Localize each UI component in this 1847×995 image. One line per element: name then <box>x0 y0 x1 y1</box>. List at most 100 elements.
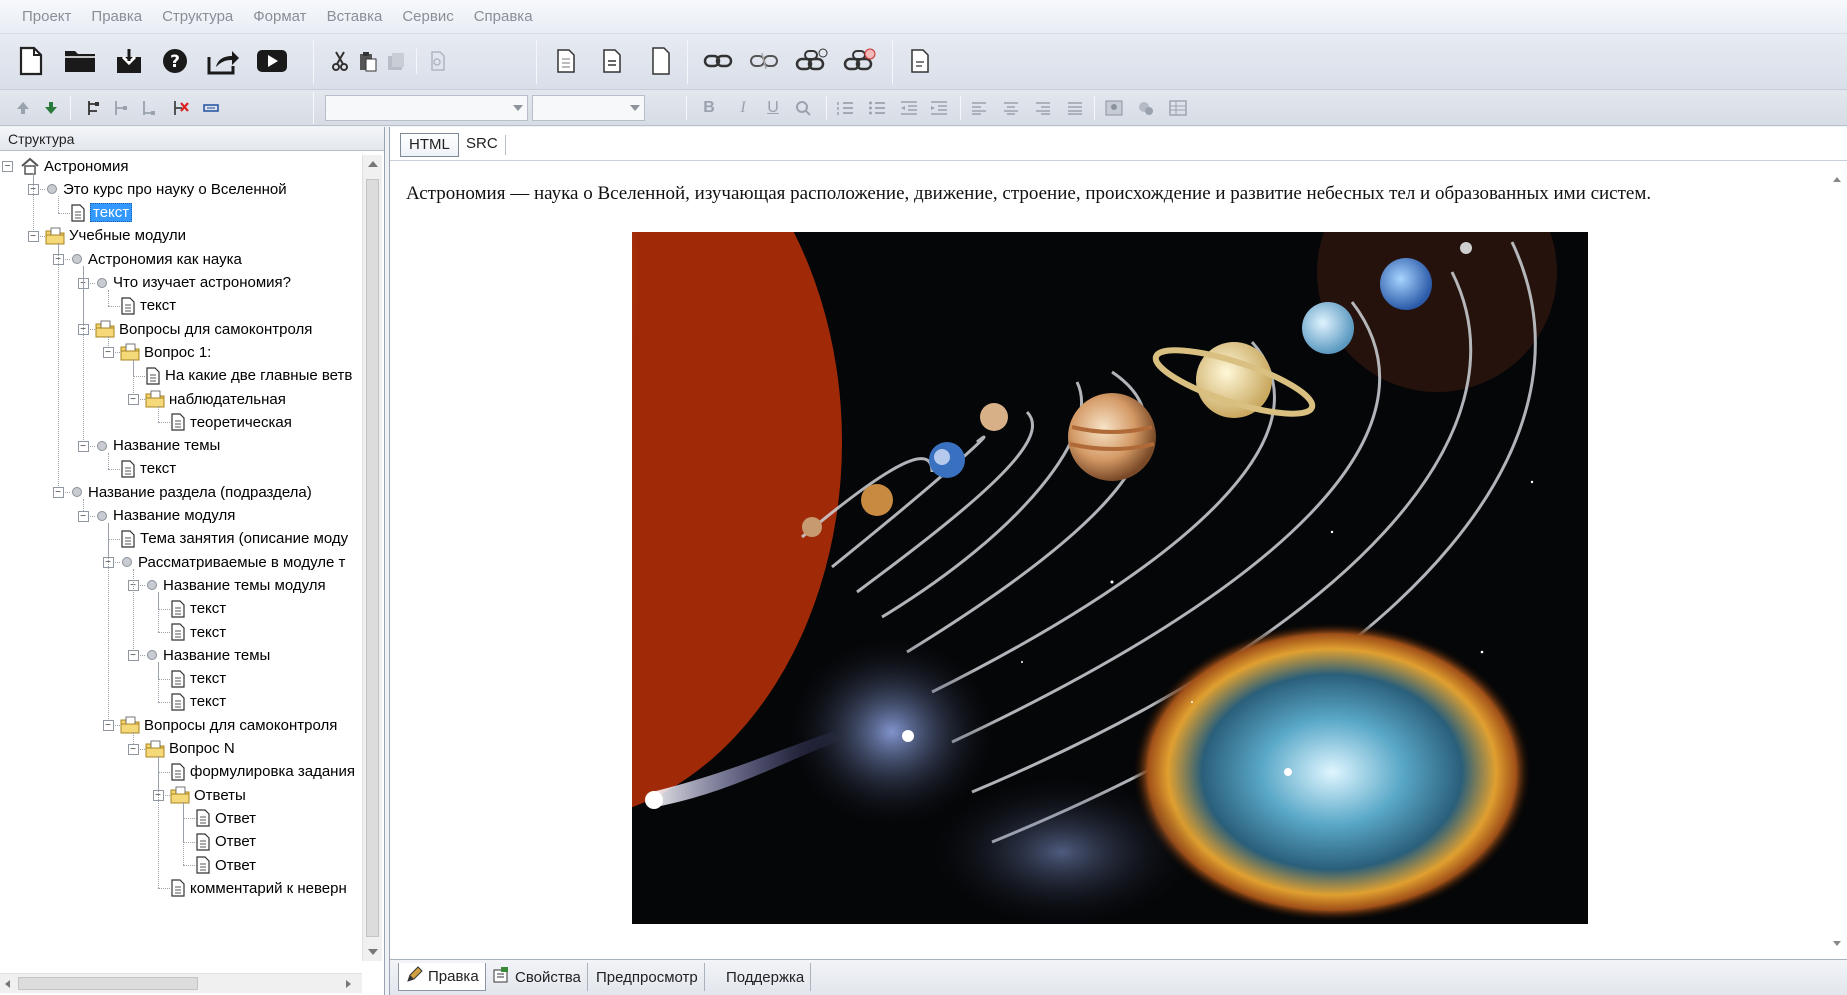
align-justify-icon[interactable] <box>1064 97 1086 119</box>
menu-project[interactable]: Проект <box>12 8 81 25</box>
link-remove-icon[interactable] <box>840 44 880 78</box>
insert-table-icon[interactable] <box>1166 97 1190 119</box>
paste-disabled-icon[interactable] <box>384 48 408 74</box>
scroll-down-arrow-icon[interactable] <box>368 949 378 955</box>
tree-item[interactable]: Вопрос 1: <box>120 341 211 363</box>
insert-image-icon[interactable] <box>1102 97 1126 119</box>
tree-item[interactable]: Рассматриваемые в модуле т <box>120 551 345 573</box>
tree-item[interactable]: комментарий к неверн <box>170 877 347 899</box>
tree-collapse-toggle[interactable]: − <box>2 161 13 172</box>
tab-edit[interactable]: Правка <box>398 963 486 991</box>
tree-item[interactable]: Название темы <box>145 644 270 666</box>
tree-item[interactable]: текст <box>170 621 226 643</box>
tree-collapse-toggle[interactable]: − <box>102 720 114 732</box>
move-down-icon[interactable] <box>40 97 62 119</box>
structure-tree[interactable]: − Астрономия − Это курс про науку о Вселенн… <box>0 155 362 961</box>
delete-node-icon[interactable] <box>170 97 192 119</box>
scroll-right-arrow-icon[interactable] <box>346 980 351 988</box>
scroll-up-arrow-icon[interactable] <box>1833 177 1841 182</box>
export-share-icon[interactable] <box>204 44 242 78</box>
scroll-down-arrow-icon[interactable] <box>1833 941 1841 946</box>
tree-item[interactable]: Ответы <box>170 784 246 806</box>
help-icon[interactable]: ? <box>158 44 192 78</box>
menu-help[interactable]: Справка <box>464 8 543 25</box>
numbered-list-icon[interactable] <box>834 97 856 119</box>
tree-item[interactable]: теоретическая <box>170 411 292 433</box>
tree-collapse-toggle[interactable]: − <box>77 510 89 522</box>
unlink-icon[interactable] <box>746 48 782 74</box>
tree-vertical-scrollbar[interactable] <box>362 155 382 961</box>
tree-hscroll-thumb[interactable] <box>18 977 198 990</box>
tree-collapse-toggle[interactable]: − <box>127 394 139 405</box>
tree-item[interactable]: текст <box>120 295 176 317</box>
find-disabled-icon[interactable] <box>426 48 450 74</box>
tree-item[interactable]: формулировка задания <box>170 761 355 783</box>
tab-preview[interactable]: Предпросмотр <box>590 963 705 991</box>
add-node-icon[interactable] <box>82 97 104 119</box>
link-add-icon[interactable] <box>792 44 832 78</box>
align-left-icon[interactable] <box>968 97 990 119</box>
menu-structure[interactable]: Структура <box>152 8 243 25</box>
tree-item[interactable]: Учебные модули <box>45 225 186 247</box>
editor-vertical-scrollbar[interactable] <box>1827 161 1847 959</box>
tree-item[interactable]: Астрономия как наука <box>70 248 242 270</box>
font-size-select[interactable] <box>532 95 645 121</box>
page-text-icon[interactable] <box>598 46 626 76</box>
document-paragraph[interactable]: Астрономия — наука о Вселенной, изучающа… <box>406 183 1651 205</box>
document-icon[interactable] <box>906 46 934 76</box>
tab-html[interactable]: HTML <box>400 133 459 157</box>
solar-system-image[interactable] <box>262 62 1588 932</box>
tree-item[interactable]: наблюдательная <box>145 388 286 410</box>
align-right-icon[interactable] <box>1032 97 1054 119</box>
tree-horizontal-scrollbar[interactable] <box>0 973 362 993</box>
blank-page-icon[interactable] <box>648 44 674 78</box>
add-sibling-icon[interactable] <box>138 97 160 119</box>
tree-item[interactable]: Ответ <box>195 807 256 829</box>
outdent-icon[interactable] <box>898 97 920 119</box>
save-download-icon[interactable] <box>112 44 146 78</box>
menu-service[interactable]: Сервис <box>392 8 463 25</box>
tree-item[interactable]: На какие две главные ветв <box>145 365 352 387</box>
cut-icon[interactable] <box>328 48 352 74</box>
new-file-icon[interactable] <box>14 44 48 78</box>
play-preview-icon[interactable] <box>254 44 290 78</box>
tree-item[interactable]: Название раздела (подраздела) <box>70 481 312 503</box>
menu-edit[interactable]: Правка <box>81 8 152 25</box>
rename-node-icon[interactable] <box>200 97 222 119</box>
tree-collapse-toggle[interactable]: − <box>52 487 64 499</box>
indent-icon[interactable] <box>928 97 950 119</box>
tree-item[interactable]: Ответ <box>195 854 256 876</box>
tree-item[interactable]: Ответ <box>195 831 256 853</box>
menu-format[interactable]: Формат <box>243 8 316 25</box>
bold-icon[interactable]: B <box>698 97 720 119</box>
paste-icon[interactable] <box>356 48 380 74</box>
scroll-left-arrow-icon[interactable] <box>5 980 10 988</box>
tree-item[interactable]: текст <box>120 458 176 480</box>
align-center-icon[interactable] <box>1000 97 1022 119</box>
move-up-icon[interactable] <box>12 97 34 119</box>
scroll-up-arrow-icon[interactable] <box>368 161 378 167</box>
bullet-list-icon[interactable] <box>866 97 888 119</box>
tree-item[interactable]: Это курс про науку о Вселенной <box>45 178 287 200</box>
highlight-icon[interactable] <box>792 97 814 119</box>
link-icon[interactable] <box>700 48 736 74</box>
tree-item[interactable]: Астрономия <box>20 155 129 177</box>
tab-properties[interactable]: Свойства <box>486 963 588 991</box>
tree-item[interactable]: Название темы модуля <box>145 574 326 596</box>
new-page-icon[interactable] <box>552 46 580 76</box>
tree-item[interactable]: Вопросы для самоконтроля <box>95 318 312 340</box>
tab-support[interactable]: Поддержка <box>720 963 812 991</box>
tree-item[interactable]: текст <box>170 691 226 713</box>
tree-collapse-toggle[interactable]: − <box>27 230 39 242</box>
tree-collapse-toggle[interactable]: − <box>127 650 139 662</box>
tree-item[interactable]: Тема занятия (описание моду <box>120 528 348 550</box>
tree-item[interactable]: Что изучает астрономия? <box>95 272 291 294</box>
menu-insert[interactable]: Вставка <box>317 8 393 25</box>
tree-scroll-thumb[interactable] <box>366 179 379 937</box>
open-folder-icon[interactable] <box>62 44 98 78</box>
tree-item[interactable]: текст <box>170 668 226 690</box>
tree-collapse-toggle[interactable]: − <box>102 347 114 359</box>
tree-item[interactable]: текст <box>170 598 226 620</box>
tree-item[interactable]: текст <box>70 202 133 224</box>
font-family-select[interactable] <box>325 95 528 121</box>
